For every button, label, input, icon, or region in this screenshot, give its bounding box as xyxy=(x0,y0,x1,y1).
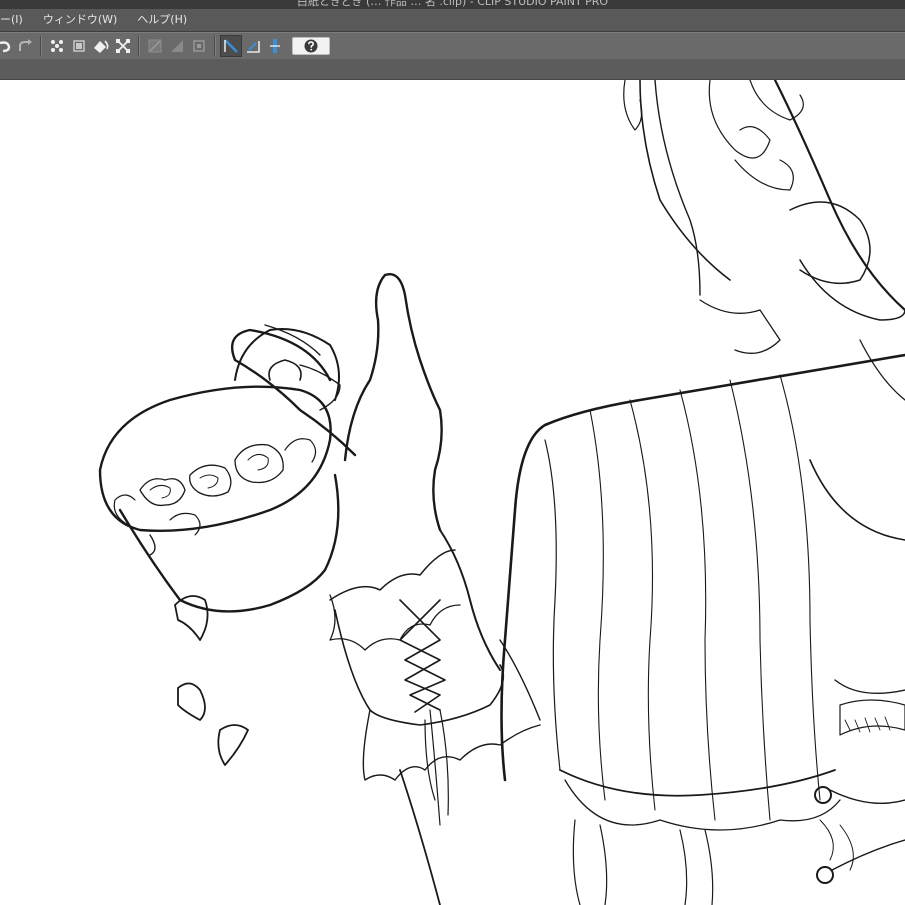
window-title: 白紙ときどき (… 作品 … 名 .clip) - CLIP STUDIO PA… xyxy=(296,0,609,8)
lineart-illustration xyxy=(98,80,905,905)
transform-icon xyxy=(73,40,85,52)
tool-property-strip xyxy=(0,59,905,80)
ruler-snap-button[interactable] xyxy=(166,35,188,57)
ruler-snap-icon xyxy=(171,40,183,52)
fill-bucket-icon xyxy=(94,40,109,53)
help-button[interactable] xyxy=(292,37,330,55)
toolbar-separator xyxy=(138,36,140,56)
undo-button[interactable] xyxy=(0,35,14,57)
menu-layer[interactable]: ー(I) xyxy=(0,9,33,31)
toolbar-separator xyxy=(40,36,42,56)
undo-icon xyxy=(0,41,11,53)
transform-button[interactable] xyxy=(112,35,134,57)
fill-button[interactable] xyxy=(90,35,112,57)
command-bar xyxy=(0,32,905,60)
ruler-disable-icon xyxy=(148,39,162,53)
redo-icon xyxy=(19,39,32,51)
menu-help[interactable]: ヘルプ(H) xyxy=(127,9,197,31)
snap-to-grid-button[interactable] xyxy=(264,35,286,57)
clip-studio-paint-window: 白紙ときどき (… 作品 … 名 .clip) - CLIP STUDIO PA… xyxy=(0,0,905,905)
special-ruler-icon xyxy=(193,40,205,52)
special-ruler-button[interactable] xyxy=(188,35,210,57)
snap-to-special-ruler-icon xyxy=(247,41,260,53)
toolbar-separator xyxy=(214,36,216,56)
help-icon xyxy=(304,39,318,53)
snap-to-grid-icon xyxy=(270,39,280,53)
snap-to-special-ruler-button[interactable] xyxy=(242,35,264,57)
snap-to-ruler-button[interactable] xyxy=(220,35,242,57)
title-bar: 白紙ときどき (… 作品 … 名 .clip) - CLIP STUDIO PA… xyxy=(0,0,905,9)
drawing-canvas[interactable] xyxy=(0,80,905,905)
free-transform-icon xyxy=(116,39,130,53)
menu-window[interactable]: ウィンドウ(W) xyxy=(33,9,127,31)
menu-bar: ー(I) ウィンドウ(W) ヘルプ(H) xyxy=(0,9,905,32)
snap-to-ruler-icon xyxy=(224,39,238,53)
redo-button[interactable] xyxy=(14,35,36,57)
ruler-off-button[interactable] xyxy=(144,35,166,57)
crop-button[interactable] xyxy=(68,35,90,57)
transparent-area-selection-icon xyxy=(51,40,63,52)
clear-button[interactable] xyxy=(46,35,68,57)
